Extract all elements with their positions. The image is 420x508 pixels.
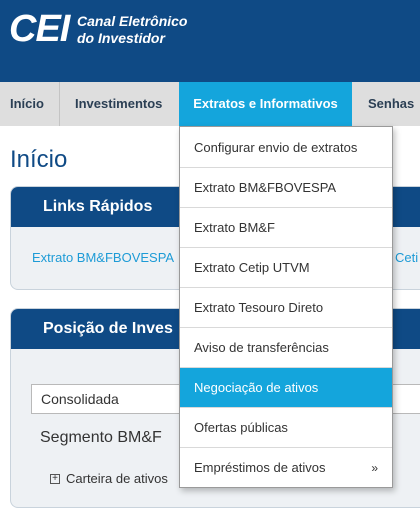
menu-item-emprestimos-label: Empréstimos de ativos [194,460,326,475]
menu-item-ofertas-publicas[interactable]: Ofertas públicas [180,408,392,448]
tree-item-carteira[interactable]: + Carteira de ativos [50,471,168,486]
logo-subtitle: Canal Eletrônico do Investidor [77,13,187,47]
menu-item-extrato-cetip[interactable]: Extrato Cetip UTVM [180,248,392,288]
link-extrato-cetip[interactable]: Ceti [395,250,418,265]
expand-icon[interactable]: + [50,473,60,484]
menu-item-extrato-tesouro[interactable]: Extrato Tesouro Direto [180,288,392,328]
menu-item-extrato-bmfbovespa[interactable]: Extrato BM&FBOVESPA [180,168,392,208]
menu-item-negociacao-ativos[interactable]: Negociação de ativos [180,368,392,408]
segment-heading: Segmento BM&F [40,429,162,446]
nav-item-extratos[interactable]: Extratos e Informativos [179,82,352,126]
nav-item-investimentos[interactable]: Investimentos [75,82,162,126]
nav-divider [59,82,60,126]
nav-item-senhas[interactable]: Senhas [368,82,414,126]
tree-item-label: Carteira de ativos [66,471,168,486]
extratos-dropdown-menu: Configurar envio de extratos Extrato BM&… [179,126,393,488]
menu-item-emprestimos-ativos[interactable]: Empréstimos de ativos » [180,448,392,488]
page-title: Início [10,146,68,173]
menu-item-configurar-envio[interactable]: Configurar envio de extratos [180,128,392,168]
header-bar: CEI Canal Eletrônico do Investidor [0,0,420,82]
nav-item-inicio[interactable]: Início [10,82,44,126]
link-extrato-bmfbovespa[interactable]: Extrato BM&FBOVESPA [32,250,174,265]
logo-subtitle-line1: Canal Eletrônico [77,13,188,29]
cei-logo[interactable]: CEI [9,7,70,51]
submenu-arrow-icon: » [371,461,378,475]
menu-item-extrato-bmf[interactable]: Extrato BM&F [180,208,392,248]
main-nav: Início Investimentos Extratos e Informat… [0,82,420,126]
menu-item-aviso-transferencias[interactable]: Aviso de transferências [180,328,392,368]
logo-subtitle-line2: do Investidor [77,30,165,46]
